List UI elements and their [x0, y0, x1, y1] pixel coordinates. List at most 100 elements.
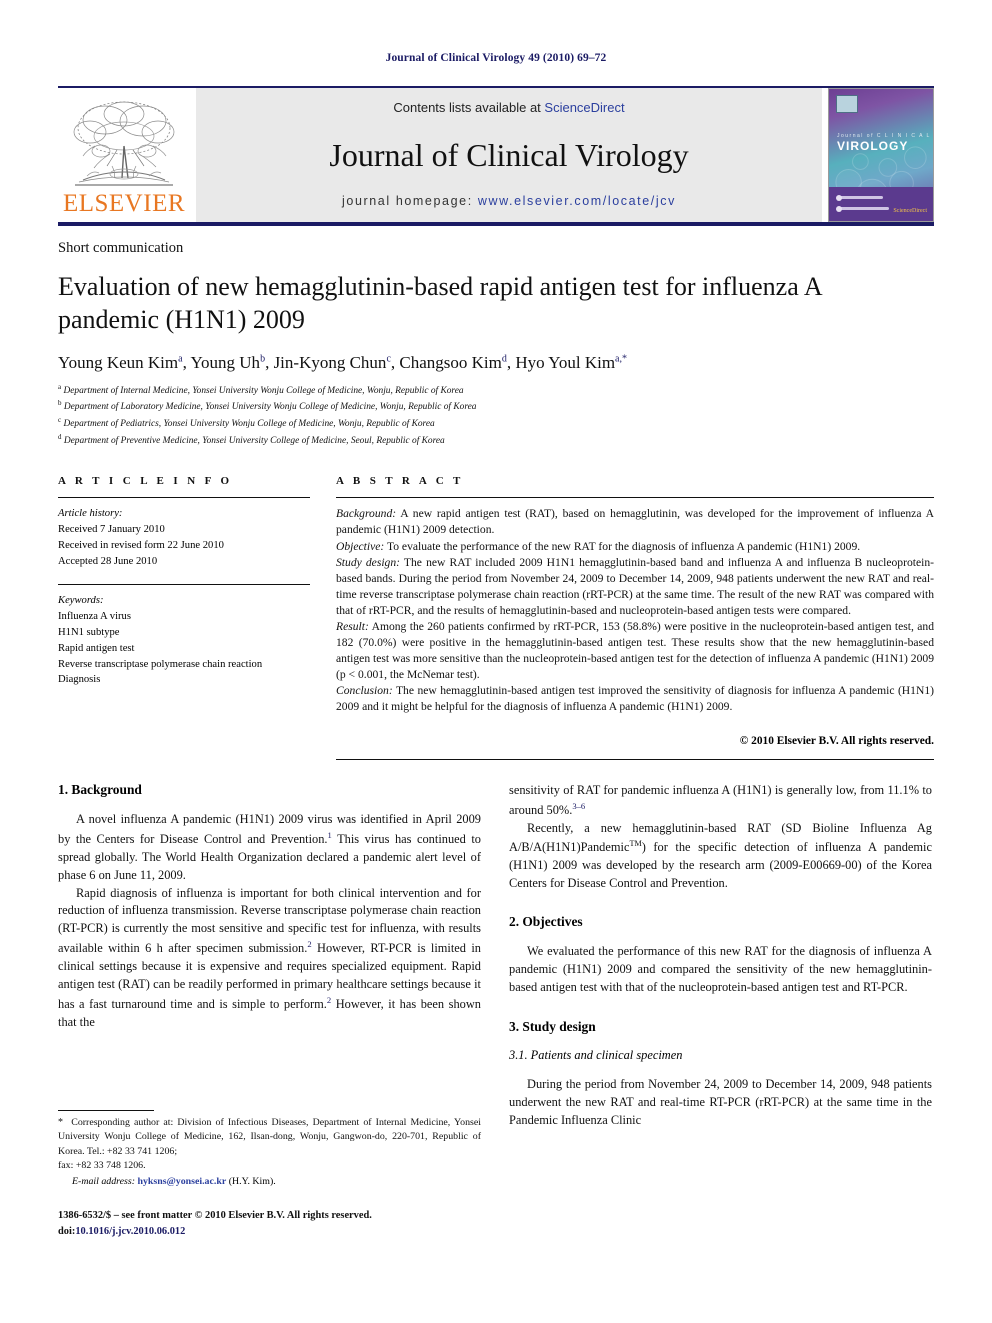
- cover-bar-1: [837, 196, 883, 199]
- abstract-section-text: The new RAT included 2009 H1N1 hemagglut…: [336, 555, 934, 617]
- abstract-section: Result: Among the 260 patients confirmed…: [336, 619, 934, 683]
- homepage-prefix: journal homepage:: [342, 194, 473, 208]
- contents-prefix: Contents lists available at: [393, 100, 545, 115]
- cover-elsevier-box-icon: [836, 95, 858, 113]
- abstract-section-label: Conclusion:: [336, 683, 393, 697]
- abstract-section-label: Result:: [336, 619, 369, 633]
- abstract-body: Background: A new rapid antigen test (RA…: [336, 506, 934, 715]
- body-left-column: 1. Background A novel influenza A pandem…: [58, 782, 481, 1130]
- abstract-section: Study design: The new RAT included 2009 …: [336, 555, 934, 619]
- affiliation-mark: c: [58, 416, 62, 425]
- email-address-label: E-mail address:: [72, 1176, 135, 1188]
- affiliation-item: d Department of Preventive Medicine, Yon…: [58, 432, 934, 449]
- homepage-url-link[interactable]: www.elsevier.com/locate/jcv: [478, 194, 676, 208]
- abstract-section: Background: A new rapid antigen test (RA…: [336, 506, 934, 538]
- sciencedirect-link[interactable]: ScienceDirect: [544, 100, 624, 115]
- journal-title: Journal of Clinical Virology: [329, 136, 689, 173]
- running-head: Journal of Clinical Virology 49 (2010) 6…: [385, 52, 607, 64]
- abstract-section: Objective: To evaluate the performance o…: [336, 539, 934, 555]
- abstract-section-text: Among the 260 patients confirmed by rRT-…: [336, 619, 934, 681]
- front-matter-block: 1386-6532/$ – see front matter © 2010 El…: [58, 1208, 538, 1239]
- affiliation-text: Department of Internal Medicine, Yonsei …: [63, 385, 464, 396]
- abstract-copyright: © 2010 Elsevier B.V. All rights reserved…: [739, 735, 934, 748]
- elsevier-logo: ELSEVIER: [58, 88, 190, 222]
- front-matter-line: 1386-6532/$ – see front matter © 2010 El…: [58, 1210, 372, 1221]
- masthead-center-panel: Contents lists available at ScienceDirec…: [196, 88, 822, 222]
- paragraph-continued: sensitivity of RAT for pandemic influenz…: [509, 783, 932, 818]
- cover-title: VIROLOGY: [837, 139, 909, 153]
- article-history-item: Accepted 28 June 2010: [58, 556, 158, 568]
- cover-dot-2: [836, 206, 842, 212]
- article-history-label: Article history:: [58, 508, 123, 520]
- footnote-corresponding-text: * Corresponding author at: Division of I…: [58, 1117, 481, 1157]
- section-heading-objectives: 2. Objectives: [509, 914, 583, 930]
- abstract-section-text: A new rapid antigen test (RAT), based on…: [336, 507, 934, 537]
- affiliation-item: b Department of Laboratory Medicine, Yon…: [58, 398, 934, 415]
- cover-footer-band: [829, 187, 933, 221]
- footnote-email-line: E-mail address: hyksns@yonsei.ac.kr (H.Y…: [58, 1175, 481, 1190]
- article-history-item: Received in revised form 22 June 2010: [58, 540, 224, 552]
- paragraph: A novel influenza A pandemic (H1N1) 2009…: [58, 812, 481, 882]
- corresponding-author-footnote: * Corresponding author at: Division of I…: [58, 1110, 481, 1190]
- journal-cover-image: Journal of C L I N I C A L VIROLOGY Scie…: [828, 88, 934, 222]
- affiliation-text: Department of Preventive Medicine, Yonse…: [63, 436, 445, 447]
- paragraph: Recently, a new hemagglutinin-based RAT …: [509, 820, 932, 890]
- email-link[interactable]: hyksns@yonsei.ac.kr: [137, 1176, 226, 1187]
- affiliation-mark: d: [58, 433, 62, 442]
- journal-masthead: ELSEVIER Contents lists available at Sci…: [58, 86, 934, 222]
- contents-available-line: Contents lists available at ScienceDirec…: [393, 100, 624, 115]
- email-owner: (H.Y. Kim).: [228, 1176, 276, 1188]
- section-heading-study-design: 3. Study design: [509, 1019, 596, 1035]
- keywords-label: Keywords:: [58, 595, 104, 606]
- article-info-heading: A R T I C L E I N F O: [58, 475, 233, 488]
- paragraph: During the period from November 24, 2009…: [509, 1077, 932, 1127]
- paper-page: Journal of Clinical Virology 49 (2010) 6…: [0, 0, 992, 1323]
- doi-line: doi:10.1016/j.jcv.2010.06.012: [58, 1224, 538, 1240]
- article-doctype: Short communication: [58, 240, 184, 256]
- abstract-bottom-rule: [336, 759, 934, 761]
- info-abstract-wrapper: A R T I C L E I N F O Article history: R…: [58, 475, 934, 761]
- elsevier-tree-icon: [73, 101, 175, 186]
- abstract-section-label: Background:: [336, 507, 397, 521]
- cover-bar-2: [837, 207, 889, 210]
- doi-prefix: doi:: [58, 1225, 76, 1237]
- paragraph: Rapid diagnosis of influenza is importan…: [58, 885, 481, 1029]
- section-heading-background: 1. Background: [58, 782, 142, 798]
- affiliation-text: Department of Laboratory Medicine, Yonse…: [63, 402, 477, 413]
- affiliation-mark: a: [58, 382, 62, 391]
- keyword-item: Rapid antigen test: [58, 642, 135, 654]
- keyword-item: Diagnosis: [58, 674, 101, 686]
- article-info-rule: [58, 497, 310, 499]
- paragraph: We evaluated the performance of this new…: [509, 944, 932, 995]
- subsection-heading-patients: 3.1. Patients and clinical specimen: [509, 1048, 683, 1063]
- doi-value[interactable]: 10.1016/j.jcv.2010.06.012: [75, 1226, 185, 1237]
- page-title: Evaluation of new hemagglutinin-based ra…: [58, 272, 822, 334]
- title-block: Short communication Evaluation of new he…: [58, 240, 934, 449]
- body-right-column: sensitivity of RAT for pandemic influenz…: [509, 782, 932, 1130]
- affiliation-list: a Department of Internal Medicine, Yonse…: [58, 382, 934, 450]
- cover-dot-1: [836, 195, 842, 201]
- article-info-column: A R T I C L E I N F O Article history: R…: [58, 475, 310, 760]
- keyword-item: Reverse transcriptase polymerase chain r…: [58, 658, 263, 670]
- affiliation-item: a Department of Internal Medicine, Yonse…: [58, 382, 934, 399]
- abstract-section-label: Study design:: [336, 555, 401, 569]
- author-list: Young Keun Kima, Young Uhb, Jin-Kyong Ch…: [58, 352, 627, 372]
- journal-homepage-line: journal homepage: www.elsevier.com/locat…: [342, 194, 676, 208]
- elsevier-wordmark: ELSEVIER: [62, 190, 186, 217]
- abstract-section-label: Objective:: [336, 539, 385, 553]
- affiliation-text: Department of Pediatrics, Yonsei Univers…: [63, 419, 435, 430]
- footnote-rule: [58, 1110, 154, 1111]
- abstract-section: Conclusion: The new hemagglutinin-based …: [336, 683, 934, 715]
- abstract-column: A B S T R A C T Background: A new rapid …: [336, 475, 934, 761]
- masthead-bottom-rule: [58, 222, 934, 226]
- footnote-fax-line: fax: +82 33 748 1206.: [58, 1159, 146, 1171]
- keyword-item: H1N1 subtype: [58, 626, 120, 638]
- article-history-item: Received 7 January 2010: [58, 524, 165, 536]
- affiliation-item: c Department of Pediatrics, Yonsei Unive…: [58, 415, 934, 432]
- abstract-section-text: The new hemagglutinin-based antigen test…: [336, 683, 934, 713]
- abstract-rule: [336, 497, 934, 499]
- keyword-item: Influenza A virus: [58, 610, 131, 622]
- abstract-heading: A B S T R A C T: [336, 475, 464, 488]
- cover-sciencedirect-logo: ScienceDirect: [893, 208, 927, 215]
- keywords-rule: [58, 584, 310, 585]
